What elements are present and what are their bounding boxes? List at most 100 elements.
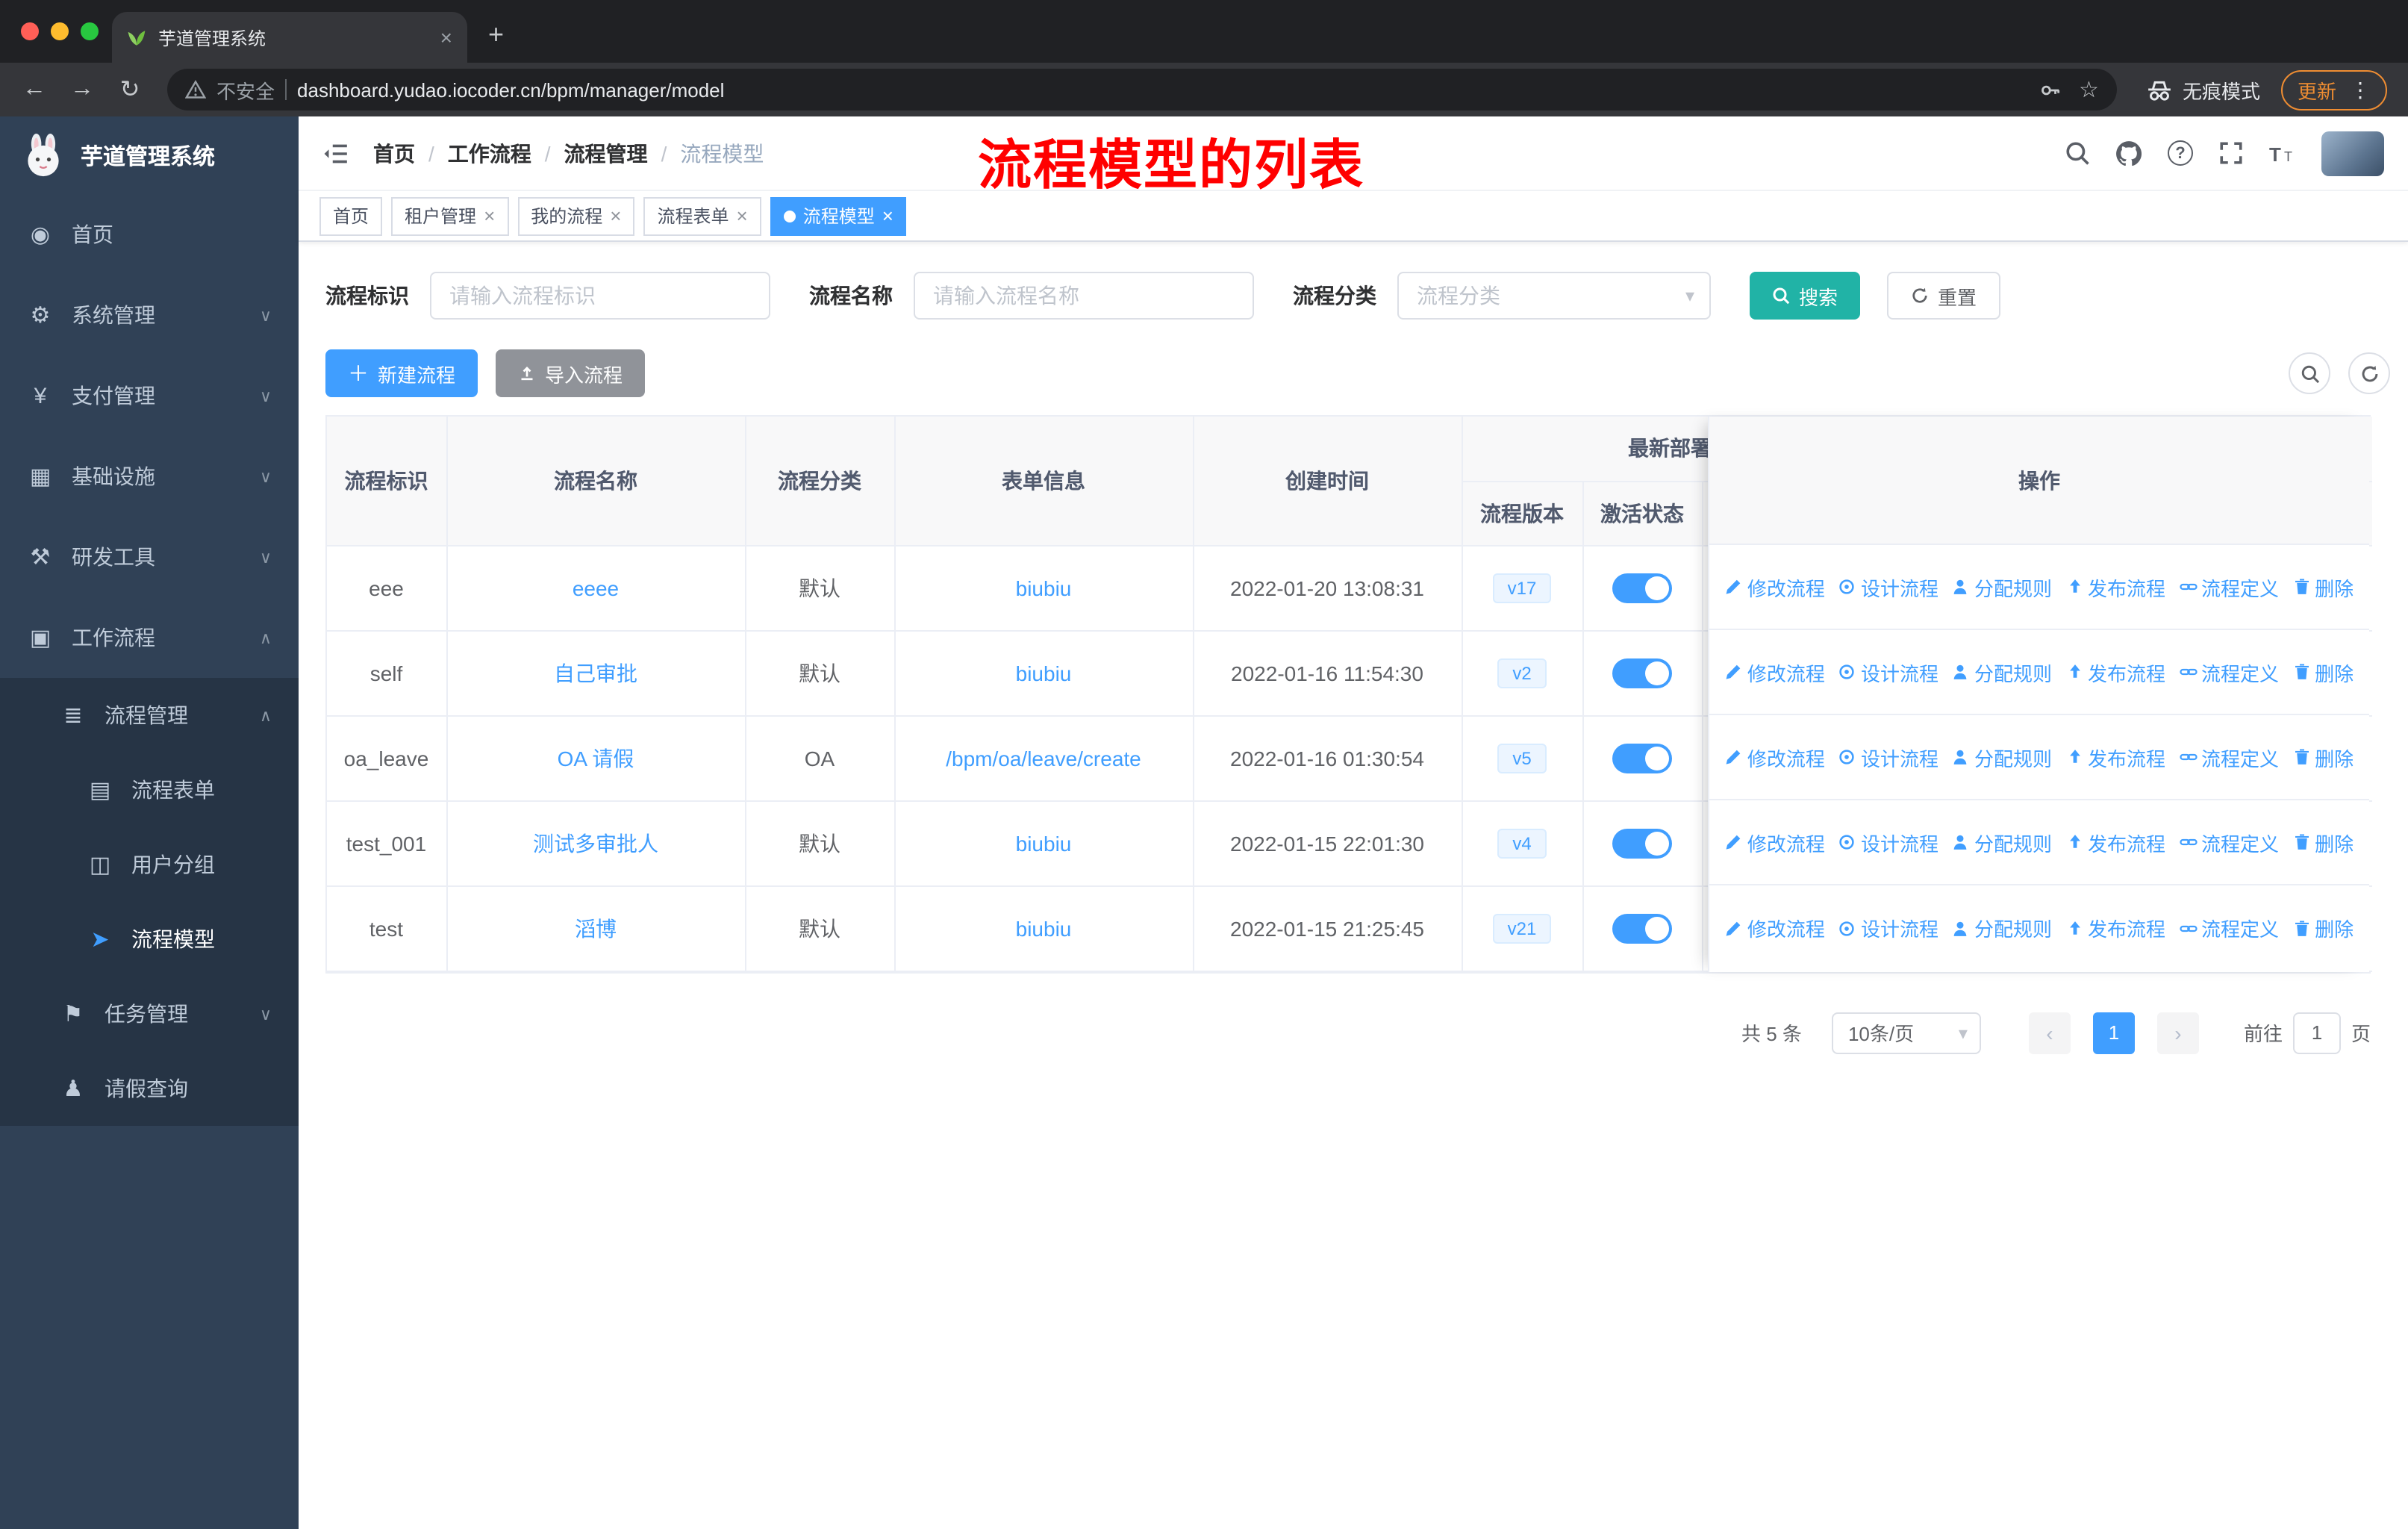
action-trash-link[interactable]: 删除	[2292, 573, 2354, 601]
form-link[interactable]: biubiu	[1016, 661, 1072, 685]
page-size-select[interactable]: 10条/页 ▾	[1831, 1012, 1981, 1053]
security-warning-icon[interactable]	[185, 79, 206, 100]
sidebar-item-tool[interactable]: ⚒ 研发工具 ∨	[0, 517, 299, 597]
tag-item[interactable]: 我的流程 ×	[517, 196, 635, 235]
action-trash-link[interactable]: 删除	[2292, 914, 2354, 942]
action-publish-link[interactable]: 发布流程	[2065, 828, 2165, 856]
tag-active[interactable]: 流程模型 ×	[770, 196, 907, 235]
action-user-link[interactable]: 分配规则	[1952, 658, 2052, 686]
avatar[interactable]	[2321, 131, 2384, 175]
active-toggle[interactable]	[1612, 743, 1672, 773]
search-button[interactable]: 搜索	[1750, 272, 1861, 320]
action-link-link[interactable]: 流程定义	[2179, 743, 2279, 771]
active-toggle[interactable]	[1612, 913, 1672, 943]
sidebar-item-list[interactable]: ≣ 流程管理 ∧	[0, 678, 299, 753]
version-tag[interactable]: v17	[1492, 573, 1552, 602]
form-link[interactable]: biubiu	[1016, 576, 1072, 600]
action-pencil-link[interactable]: 修改流程	[1725, 573, 1825, 601]
active-toggle[interactable]	[1612, 658, 1672, 688]
action-user-link[interactable]: 分配规则	[1952, 828, 2052, 856]
form-link[interactable]: /bpm/oa/leave/create	[946, 746, 1141, 770]
close-tag-icon[interactable]: ×	[484, 205, 495, 227]
sidebar-item-form[interactable]: ▤ 流程表单	[0, 753, 299, 827]
breadcrumb-item[interactable]: 首页	[373, 138, 415, 168]
sidebar-item-group[interactable]: ◫ 用户分组	[0, 827, 299, 902]
github-icon[interactable]	[2115, 140, 2142, 166]
process-key-input[interactable]	[430, 272, 770, 320]
new-tab-button[interactable]: +	[488, 19, 504, 51]
forward-button[interactable]: →	[63, 76, 102, 103]
version-tag[interactable]: v21	[1492, 913, 1552, 943]
action-publish-link[interactable]: 发布流程	[2065, 743, 2165, 771]
action-user-link[interactable]: 分配规则	[1952, 573, 2052, 601]
next-page-button[interactable]: ›	[2156, 1012, 2199, 1053]
version-tag[interactable]: v4	[1497, 828, 1547, 858]
browser-menu-icon[interactable]: ⋮	[2350, 77, 2371, 102]
process-name-link[interactable]: eeee	[573, 576, 619, 600]
window-zoom-button[interactable]	[81, 22, 99, 40]
category-select[interactable]: 流程分类 ▾	[1397, 272, 1711, 320]
page-number-button[interactable]: 1	[2092, 1012, 2135, 1053]
action-design-link[interactable]: 设计流程	[1838, 828, 1938, 856]
breadcrumb-item[interactable]: 工作流程	[448, 138, 531, 168]
action-design-link[interactable]: 设计流程	[1838, 658, 1938, 686]
bookmark-star-icon[interactable]: ☆	[2079, 76, 2099, 103]
address-bar[interactable]: 不安全 dashboard.yudao.iocoder.cn/bpm/manag…	[167, 69, 2117, 110]
tab-close-icon[interactable]: ×	[440, 25, 452, 49]
action-publish-link[interactable]: 发布流程	[2065, 914, 2165, 942]
action-link-link[interactable]: 流程定义	[2179, 573, 2279, 601]
close-tag-icon[interactable]: ×	[610, 205, 621, 227]
window-close-button[interactable]	[21, 22, 39, 40]
action-trash-link[interactable]: 删除	[2292, 658, 2354, 686]
process-name-link[interactable]: 测试多审批人	[533, 831, 658, 855]
reset-button[interactable]: 重置	[1887, 272, 2001, 320]
action-trash-link[interactable]: 删除	[2292, 743, 2354, 771]
sidebar-logo[interactable]: 芋道管理系统	[0, 116, 299, 194]
process-name-link[interactable]: 滔博	[575, 916, 617, 940]
toggle-search-button[interactable]	[2289, 352, 2330, 394]
refresh-table-button[interactable]	[2348, 352, 2390, 394]
font-size-icon[interactable]: TT	[2269, 141, 2296, 165]
tag-item[interactable]: 首页	[319, 196, 383, 235]
action-link-link[interactable]: 流程定义	[2179, 658, 2279, 686]
sidebar-item-task[interactable]: ⚑ 任务管理 ∨	[0, 977, 299, 1051]
action-pencil-link[interactable]: 修改流程	[1725, 828, 1825, 856]
update-button[interactable]: 更新 ⋮	[2280, 69, 2387, 110]
create-process-button[interactable]: ＋ 新建流程	[325, 349, 478, 397]
form-link[interactable]: biubiu	[1016, 916, 1072, 940]
browser-tab[interactable]: 芋道管理系统 ×	[112, 12, 467, 63]
form-link[interactable]: biubiu	[1016, 831, 1072, 855]
close-tag-icon[interactable]: ×	[882, 205, 893, 227]
action-publish-link[interactable]: 发布流程	[2065, 658, 2165, 686]
goto-page-input[interactable]	[2292, 1012, 2341, 1053]
version-tag[interactable]: v5	[1497, 743, 1547, 773]
process-name-input[interactable]	[914, 272, 1254, 320]
sidebar-item-person[interactable]: ♟ 请假查询	[0, 1051, 299, 1126]
reload-button[interactable]: ↻	[110, 75, 149, 105]
sidebar-item-plane[interactable]: ➤ 流程模型	[0, 902, 299, 977]
version-tag[interactable]: v2	[1497, 658, 1547, 688]
sidebar-item-dashboard[interactable]: ◉ 首页	[0, 194, 299, 275]
action-user-link[interactable]: 分配规则	[1952, 914, 2052, 942]
action-design-link[interactable]: 设计流程	[1838, 743, 1938, 771]
active-toggle[interactable]	[1612, 828, 1672, 858]
prev-page-button[interactable]: ‹	[2028, 1012, 2071, 1053]
sidebar-item-yen[interactable]: ¥ 支付管理 ∨	[0, 355, 299, 436]
fullscreen-icon[interactable]	[2218, 140, 2244, 166]
action-link-link[interactable]: 流程定义	[2179, 914, 2279, 942]
action-pencil-link[interactable]: 修改流程	[1725, 743, 1825, 771]
sidebar-item-gear[interactable]: ⚙ 系统管理 ∨	[0, 275, 299, 355]
action-design-link[interactable]: 设计流程	[1838, 914, 1938, 942]
help-icon[interactable]: ?	[2168, 140, 2193, 166]
breadcrumb-item[interactable]: 流程管理	[564, 138, 648, 168]
action-link-link[interactable]: 流程定义	[2179, 828, 2279, 856]
action-trash-link[interactable]: 删除	[2292, 828, 2354, 856]
back-button[interactable]: ←	[15, 76, 54, 103]
action-publish-link[interactable]: 发布流程	[2065, 573, 2165, 601]
import-process-button[interactable]: 导入流程	[496, 349, 646, 397]
search-icon[interactable]	[2065, 140, 2090, 166]
window-minimize-button[interactable]	[51, 22, 69, 40]
action-pencil-link[interactable]: 修改流程	[1725, 914, 1825, 942]
sidebar-item-infra[interactable]: ▦ 基础设施 ∨	[0, 436, 299, 517]
process-name-link[interactable]: 自己审批	[554, 661, 637, 685]
